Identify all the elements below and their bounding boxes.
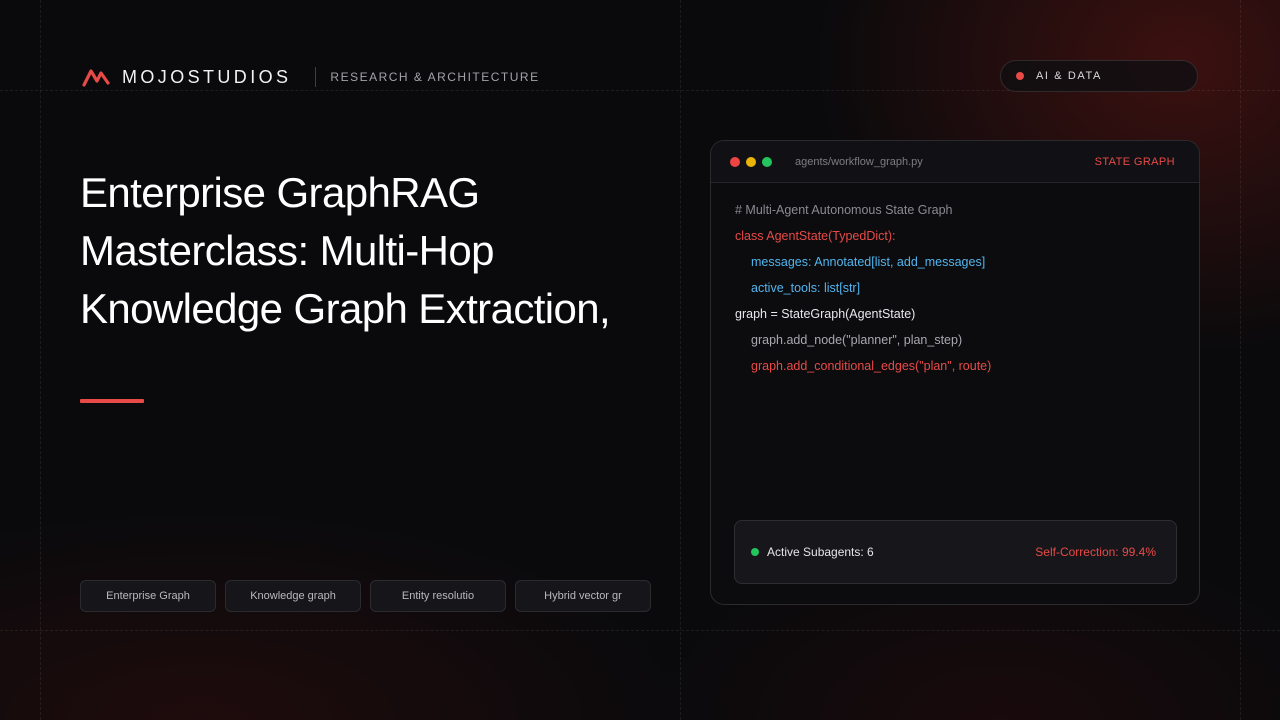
category-label: AI & DATA bbox=[1036, 70, 1102, 82]
file-path: agents/workflow_graph.py bbox=[795, 155, 923, 168]
state-graph-badge: STATE GRAPH bbox=[1094, 155, 1175, 168]
grid-line bbox=[0, 630, 1280, 631]
grid-line bbox=[1240, 0, 1241, 720]
tag-entity-resolution: Entity resolutio bbox=[370, 580, 506, 612]
window-close-dot-icon bbox=[730, 156, 740, 167]
code-window: agents/workflow_graph.py STATE GRAPH # M… bbox=[710, 140, 1200, 605]
brand-header: MOJOSTUDIOS RESEARCH & ARCHITECTURE bbox=[82, 66, 540, 88]
code-window-titlebar: agents/workflow_graph.py STATE GRAPH bbox=[711, 141, 1199, 183]
title-accent-bar bbox=[80, 399, 144, 403]
grid-line bbox=[680, 0, 681, 720]
code-line: graph.add_conditional_edges("plan", rout… bbox=[751, 359, 992, 373]
status-card: Active Subagents: 6 Self-Correction: 99.… bbox=[734, 520, 1177, 584]
tag-enterprise-graph: Enterprise Graph bbox=[80, 580, 216, 612]
code-line: # Multi-Agent Autonomous State Graph bbox=[735, 203, 953, 217]
grid-line bbox=[40, 0, 41, 720]
brand-name: MOJOSTUDIOS bbox=[122, 66, 292, 87]
brand-section-label: RESEARCH & ARCHITECTURE bbox=[330, 70, 540, 84]
tag-hybrid-vector: Hybrid vector gr bbox=[515, 580, 651, 612]
code-line: class AgentState(TypedDict): bbox=[735, 229, 896, 243]
code-line: messages: Annotated[list, add_messages] bbox=[751, 255, 986, 269]
tag-knowledge-graph: Knowledge graph bbox=[225, 580, 361, 612]
code-block: # Multi-Agent Autonomous State Graph cla… bbox=[711, 183, 1199, 379]
mojo-logo-icon bbox=[82, 69, 110, 87]
page-title-line: Knowledge Graph Extraction, bbox=[80, 285, 611, 332]
status-online-dot-icon bbox=[751, 548, 759, 556]
tag-list: Enterprise Graph Knowledge graph Entity … bbox=[80, 580, 651, 612]
window-minimize-dot-icon bbox=[746, 156, 756, 167]
code-line: graph.add_node("planner", plan_step) bbox=[751, 333, 963, 347]
category-pill: AI & DATA bbox=[1000, 60, 1198, 92]
active-subagents-status: Active Subagents: 6 bbox=[767, 545, 874, 559]
page-title: Enterprise GraphRAG Masterclass: Multi-H… bbox=[80, 164, 680, 338]
page-title-line: Masterclass: Multi-Hop bbox=[80, 227, 495, 274]
code-line: graph = StateGraph(AgentState) bbox=[735, 307, 916, 321]
brand-divider bbox=[315, 67, 317, 87]
self-correction-status: Self-Correction: 99.4% bbox=[1035, 545, 1156, 559]
category-dot-icon bbox=[1016, 72, 1024, 80]
window-maximize-dot-icon bbox=[762, 156, 772, 167]
code-line: active_tools: list[str] bbox=[751, 281, 861, 295]
page-title-line: Enterprise GraphRAG bbox=[80, 169, 480, 216]
